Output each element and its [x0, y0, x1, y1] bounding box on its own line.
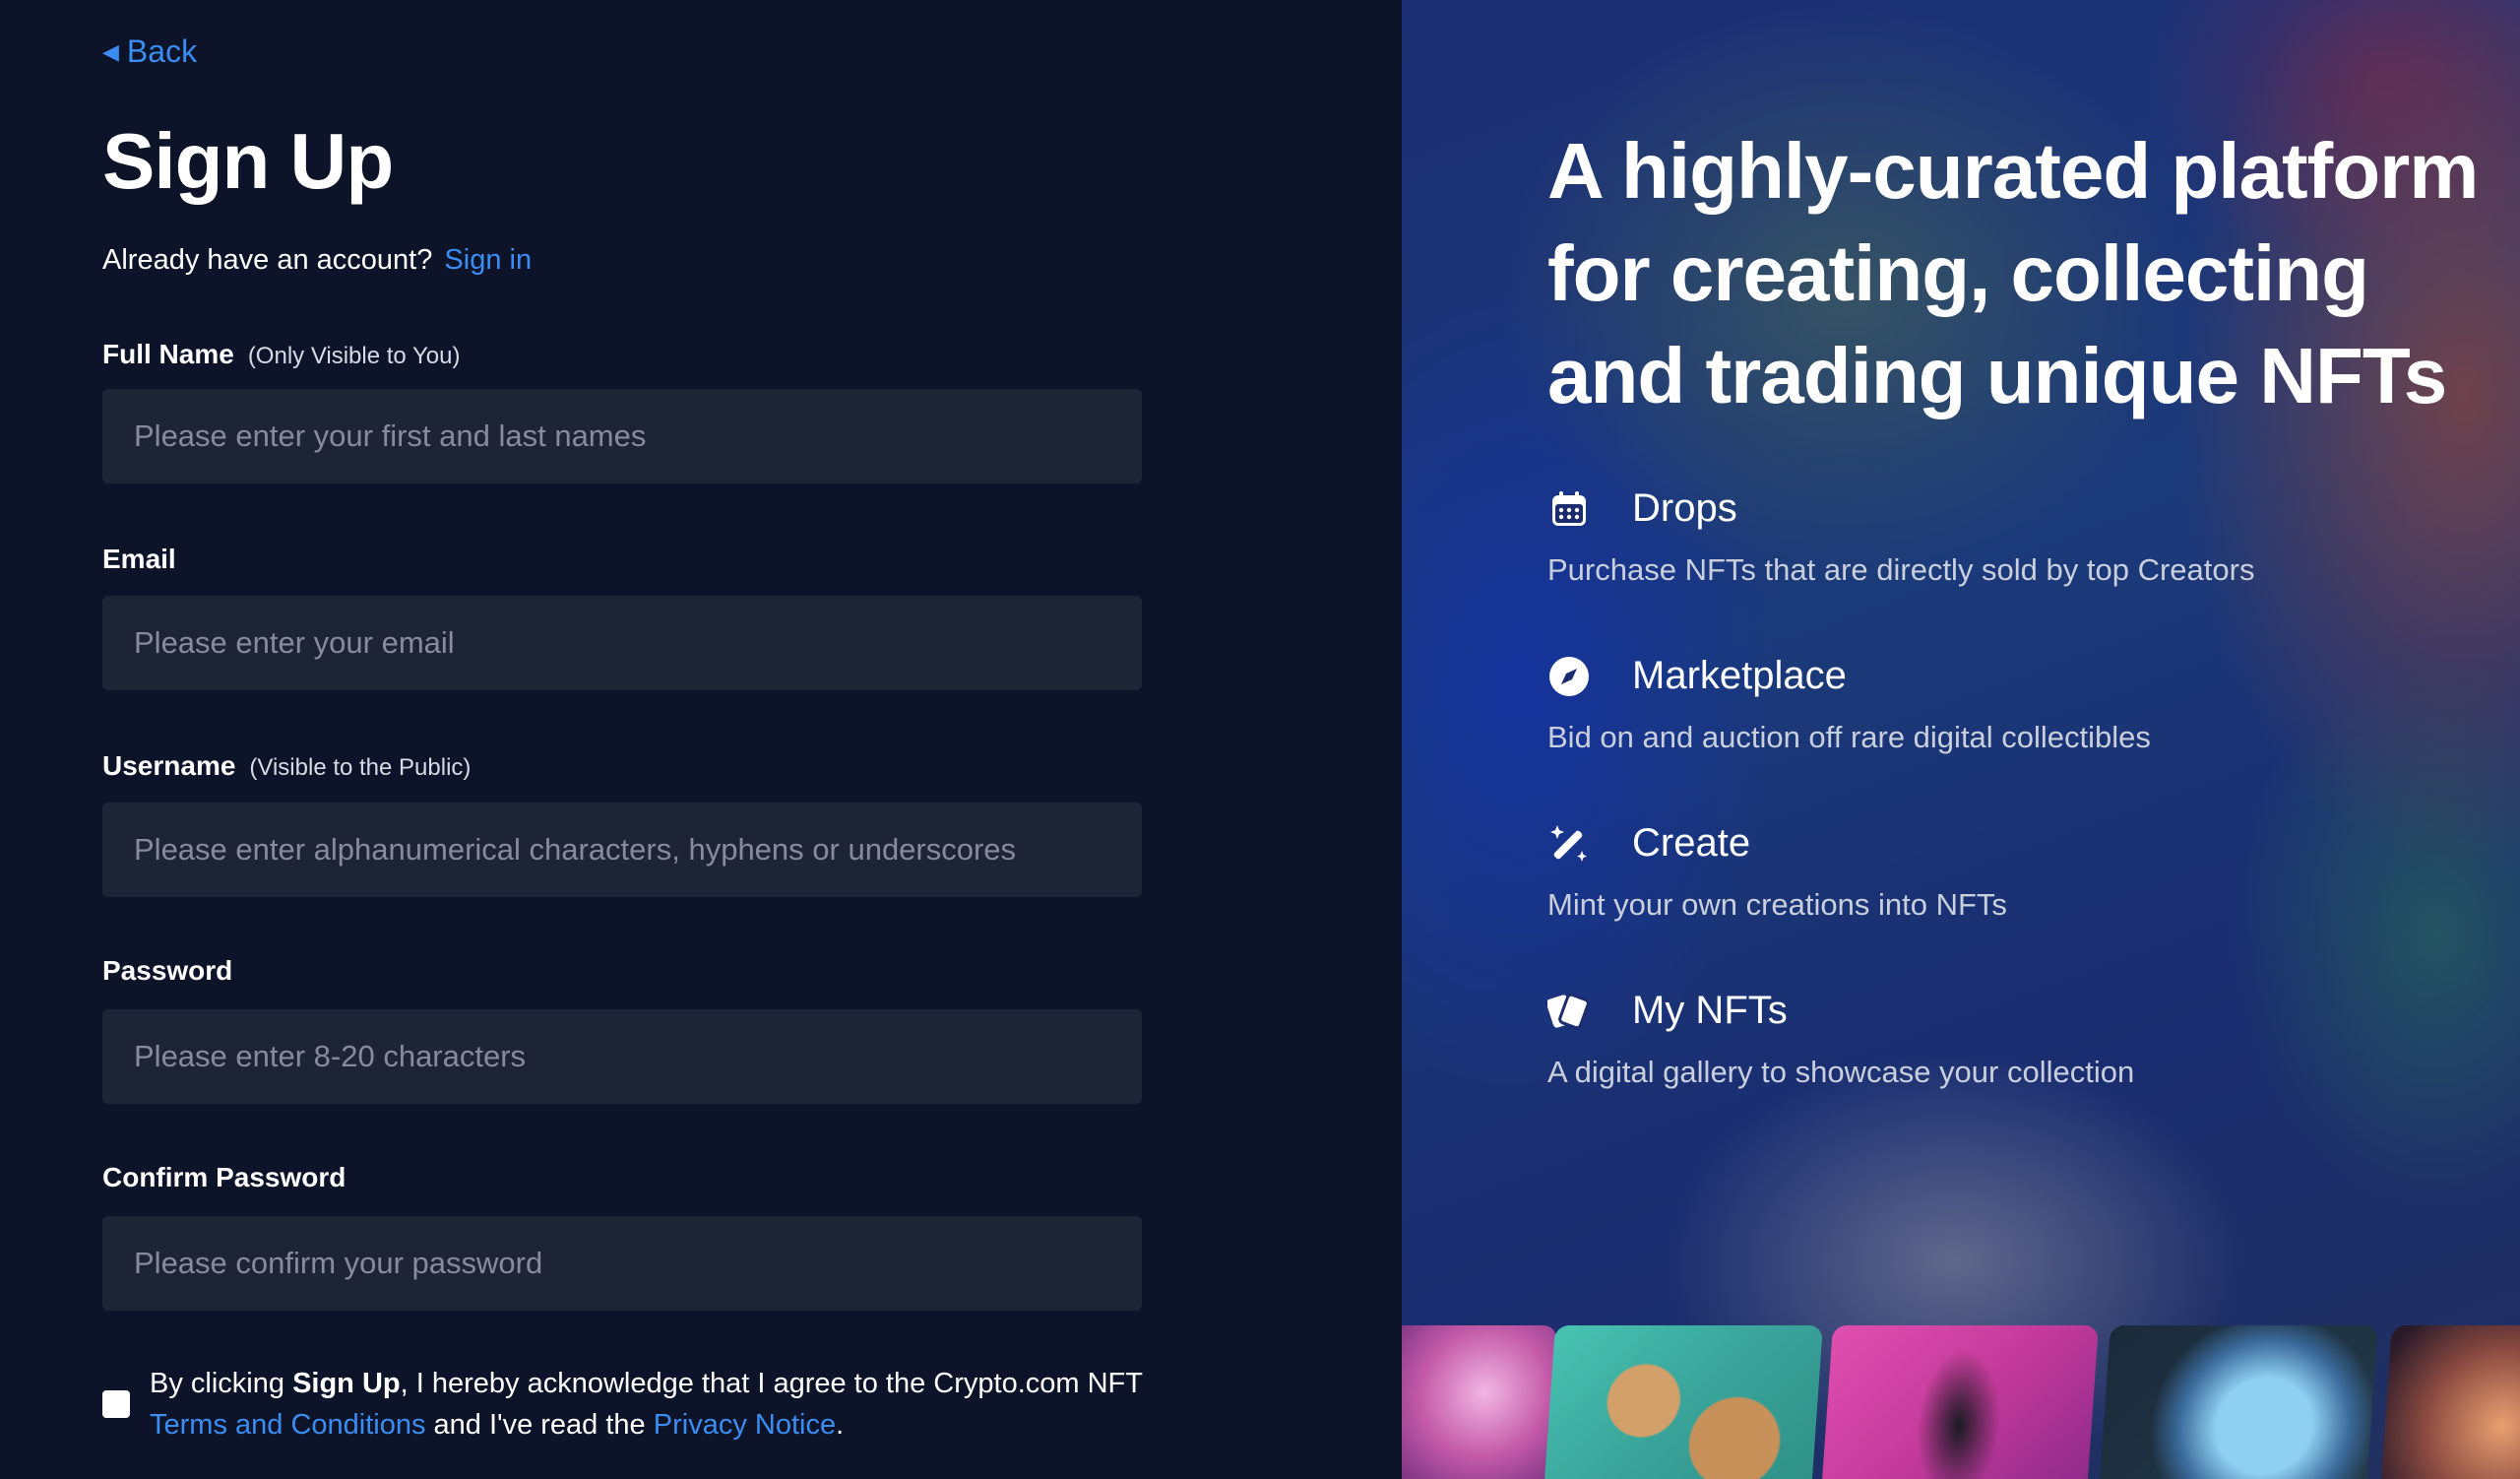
nft-thumbnail-strip: [1402, 1325, 2520, 1479]
nft-thumbnail[interactable]: [1821, 1325, 2099, 1479]
signin-link[interactable]: Sign in: [444, 244, 532, 276]
feature-desc: Mint your own creations into NFTs: [1547, 887, 2007, 922]
feature-title: Create: [1632, 821, 1751, 865]
page-title: Sign Up: [102, 117, 394, 205]
password-input[interactable]: [102, 1009, 1142, 1104]
username-hint: (Visible to the Public): [249, 754, 472, 781]
terms-checkbox[interactable]: [102, 1390, 130, 1418]
back-link[interactable]: ◀ Back: [102, 33, 197, 70]
caret-left-icon: ◀: [102, 38, 119, 64]
terms-agreement: By clicking Sign Up, I hereby acknowledg…: [102, 1363, 1143, 1446]
magic-wand-icon: [1547, 822, 1591, 866]
email-label: Email: [102, 544, 176, 574]
full-name-input[interactable]: [102, 389, 1142, 483]
signup-panel: ◀ Back Sign Up Already have an account? …: [0, 0, 1402, 1479]
feature-title: My NFTs: [1632, 989, 1788, 1032]
full-name-hint: (Only Visible to You): [247, 343, 461, 369]
feature-my-nfts: My NFTs A digital gallery to showcase yo…: [1547, 989, 2134, 1090]
feature-create: Create Mint your own creations into NFTs: [1547, 821, 2007, 923]
compass-icon: [1547, 655, 1591, 698]
terms-text: By clicking Sign Up, I hereby acknowledg…: [150, 1368, 1143, 1441]
username-label: Username (Visible to the Public): [102, 750, 472, 781]
feature-desc: Purchase NFTs that are directly sold by …: [1547, 552, 2255, 587]
feature-drops: Drops Purchase NFTs that are directly so…: [1547, 486, 2254, 588]
feature-desc: A digital gallery to showcase your colle…: [1547, 1055, 2135, 1089]
terms-link[interactable]: Terms and Conditions: [150, 1409, 425, 1441]
calendar-icon: [1547, 487, 1591, 531]
signin-prompt: Already have an account? Sign in: [102, 244, 533, 276]
feature-title: Marketplace: [1632, 654, 1847, 697]
back-label: Back: [126, 33, 198, 69]
feature-marketplace: Marketplace Bid on and auction off rare …: [1547, 654, 2151, 755]
nft-thumbnail[interactable]: [1402, 1325, 1557, 1479]
email-input[interactable]: [102, 596, 1142, 690]
nft-thumbnail[interactable]: [2380, 1325, 2520, 1479]
nft-thumbnail[interactable]: [2099, 1325, 2378, 1479]
nft-thumbnail[interactable]: [1544, 1325, 1823, 1479]
password-label: Password: [102, 955, 233, 986]
full-name-label: Full Name (Only Visible to You): [102, 339, 461, 369]
privacy-link[interactable]: Privacy Notice: [654, 1409, 836, 1441]
username-input[interactable]: [102, 803, 1142, 897]
promo-panel: A highly-curated platform for creating, …: [1402, 0, 2520, 1479]
cards-icon: [1547, 990, 1591, 1033]
feature-title: Drops: [1632, 486, 1737, 530]
promo-headline: A highly-curated platform for creating, …: [1547, 127, 2479, 419]
confirm-password-input[interactable]: [102, 1216, 1142, 1311]
feature-desc: Bid on and auction off rare digital coll…: [1547, 720, 2151, 754]
confirm-password-label: Confirm Password: [102, 1162, 346, 1192]
